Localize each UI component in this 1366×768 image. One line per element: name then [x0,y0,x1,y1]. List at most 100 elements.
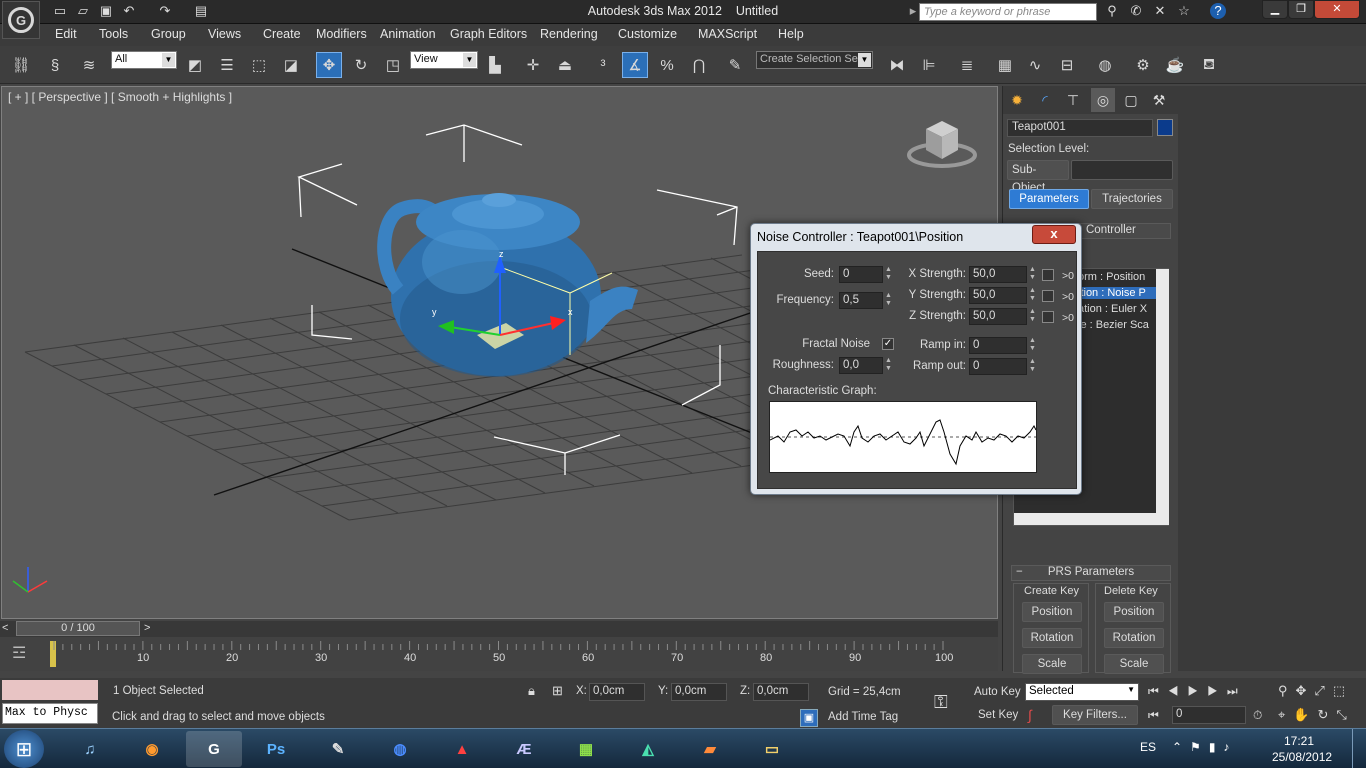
controller-item[interactable]: ation : Euler X [1078,303,1147,315]
maxscript-listener-top[interactable] [2,680,98,700]
viewport-navigation-icons-lower[interactable]: ⌖✋↻⤡ [1278,707,1355,723]
x-coordinate-field[interactable]: 0,0cm [589,683,645,701]
utilities-tab-icon[interactable]: ⚒ [1147,88,1171,112]
communication-center-icon[interactable]: ✆ [1128,3,1144,19]
z-positive-checkbox[interactable] [1042,311,1054,323]
hierarchy-tab-icon[interactable]: ⊤ [1061,88,1085,112]
object-name-field[interactable]: Teapot001 [1007,119,1153,137]
frequency-spinner[interactable]: 0,5 [839,292,883,309]
taskbar-firefox[interactable]: ◉ [124,731,180,767]
menu-views[interactable]: Views [208,27,241,41]
x-strength-spinner[interactable]: 50,0 [969,266,1027,283]
select-and-move-icon[interactable]: ✥ [316,52,342,78]
lock-selection-icon[interactable]: 🔒︎ [528,683,535,699]
auto-key-button[interactable]: Auto Key [974,686,1021,698]
controller-item-selected[interactable]: ition : Noise P [1078,287,1158,299]
noise-controller-dialog[interactable]: Noise Controller : Teapot001\Position x … [750,223,1082,495]
ramp-out-spinner[interactable]: 0 [969,358,1027,375]
display-tab-icon[interactable]: ▢ [1119,88,1143,112]
taskbar-app-5[interactable]: ✎ [310,731,366,767]
teapot-mesh[interactable] [377,193,638,377]
rectangular-selection-icon[interactable]: ⬚ [246,52,272,78]
x-positive-checkbox[interactable] [1042,269,1054,281]
subscription-icon[interactable]: ✕ [1152,3,1168,19]
create-tab-icon[interactable]: ✹ [1005,88,1029,112]
time-tag-icon[interactable]: ▣ [800,709,818,727]
time-slider-thumb[interactable]: 0 / 100 [16,621,140,636]
selection-filter-dropdown[interactable]: All ▼ [111,51,177,69]
menu-graph-editors[interactable]: Graph Editors [450,27,527,41]
show-desktop-button[interactable] [1352,729,1366,768]
create-scale-key-button[interactable]: Scale [1022,654,1082,674]
taskbar-app-7[interactable]: ▲ [434,731,490,767]
taskbar-photoshop[interactable]: Ps [248,731,304,767]
app-logo-button[interactable]: G [2,1,40,39]
current-frame-field[interactable]: 0 [1172,706,1246,724]
edit-named-selection-icon[interactable]: ✎ [722,52,748,78]
viewport-navigation-icons[interactable]: ⚲✥⤢⬚ [1278,683,1353,699]
unlink-icon[interactable]: § [42,52,68,78]
window-crossing-icon[interactable]: ◪ [278,52,304,78]
seed-spinner-arrows-icon[interactable]: ▲ ▼ [884,266,893,283]
controller-item[interactable]: orm : Position [1078,271,1145,283]
z-strength-arrows-icon[interactable]: ▲ ▼ [1028,308,1037,325]
y-coordinate-field[interactable]: 0,0cm [671,683,727,701]
tray-icons[interactable]: ⌃⚑▮♪ [1172,740,1237,754]
key-mode-toggle-icon[interactable]: ⏮ [1148,708,1159,723]
layer-manager-icon[interactable]: ≣ [954,52,980,78]
menu-maxscript[interactable]: MAXScript [698,27,757,41]
clock-date[interactable]: 25/08/2012 [1272,750,1332,764]
named-selection-sets-dropdown[interactable]: Create Selection Se ▼ [756,51,873,69]
assign-controller-rollout[interactable]: Controller [1075,223,1171,239]
menu-group[interactable]: Group [151,27,186,41]
maxscript-mini-listener[interactable]: Max to Physc [2,703,98,724]
ramp-in-arrows-icon[interactable]: ▲ ▼ [1028,337,1037,354]
track-bar[interactable]: ☲ 10 20 30 40 50 60 70 80 90 100 [0,637,998,671]
snaps-toggle-icon[interactable]: ³ [590,52,616,78]
schematic-view-icon[interactable]: ⊟ [1054,52,1080,78]
motion-tab-icon[interactable]: ◎ [1091,88,1115,112]
select-object-icon[interactable]: ◩ [182,52,208,78]
menu-help[interactable]: Help [778,27,804,41]
roughness-spinner[interactable]: 0,0 [839,357,883,374]
minimize-button[interactable]: ▁ [1262,0,1288,19]
sub-object-dropdown[interactable] [1071,160,1173,180]
align-icon[interactable]: ⊫ [916,52,942,78]
menu-animation[interactable]: Animation [380,27,436,41]
bind-space-warp-icon[interactable]: ≋ [76,52,102,78]
material-editor-icon[interactable]: ◍ [1092,52,1118,78]
menu-edit[interactable]: Edit [55,27,77,41]
x-strength-arrows-icon[interactable]: ▲ ▼ [1028,266,1037,283]
help-icon[interactable]: ? [1210,3,1226,19]
reference-coordinate-dropdown[interactable]: View ▼ [410,51,478,69]
taskbar-app-10[interactable]: ◭ [620,731,676,767]
taskbar-app-6[interactable]: ◍ [372,731,428,767]
graphite-modeling-icon[interactable]: ▦ [992,52,1018,78]
keyboard-shortcut-override-icon[interactable]: ⏏ [552,52,578,78]
menu-rendering[interactable]: Rendering [540,27,598,41]
start-button[interactable]: ⊞ [4,730,44,768]
object-color-swatch[interactable] [1157,119,1173,136]
modify-tab-icon[interactable]: ◜ [1033,88,1057,112]
curve-editor-icon[interactable]: ∿ [1022,52,1048,78]
render-production-icon[interactable]: ⛾ [1196,52,1222,78]
favorites-icon[interactable]: ☆ [1176,3,1192,19]
delete-position-key-button[interactable]: Position [1104,602,1164,622]
menu-customize[interactable]: Customize [618,27,677,41]
binoculars-icon[interactable]: ⚲ [1104,3,1120,19]
viewcube-icon[interactable] [907,121,977,168]
key-filters-button[interactable]: Key Filters... [1052,705,1138,725]
select-and-rotate-icon[interactable]: ↻ [348,52,374,78]
rendered-frame-icon[interactable]: ☕ [1162,52,1188,78]
time-prev-icon[interactable]: < [2,622,8,634]
select-and-link-icon[interactable]: ⛓ [8,52,34,78]
menu-tools[interactable]: Tools [99,27,128,41]
time-next-icon[interactable]: > [144,622,150,634]
parameters-tab[interactable]: Parameters [1009,189,1089,209]
pivot-point-icon[interactable]: ▙ [482,52,508,78]
key-mode-dropdown[interactable]: Selected ▼ [1025,683,1139,701]
fractal-noise-checkbox[interactable]: ✓ [882,338,894,350]
taskbar-3dsmax[interactable]: G [186,731,242,767]
playback-controls[interactable]: ⏮◀▶▶⏭ [1148,684,1247,699]
language-indicator[interactable]: ES [1140,740,1156,754]
